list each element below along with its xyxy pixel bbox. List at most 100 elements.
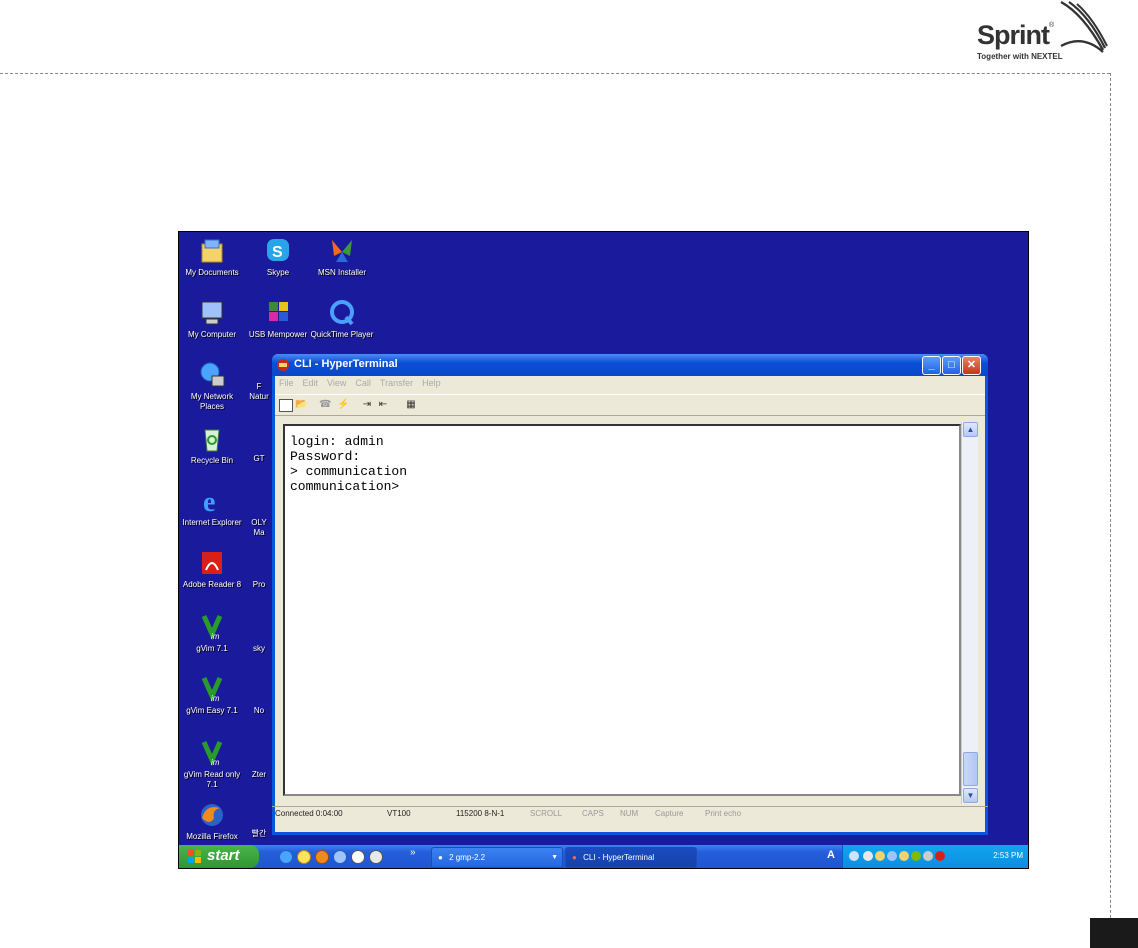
desktop-icon-quicktime[interactable]: QuickTime Player <box>309 298 375 340</box>
media-quicklaunch-icon[interactable] <box>351 850 365 864</box>
page-number-tab <box>1090 918 1138 948</box>
partial-desktop-label: OLY Ma <box>251 518 267 537</box>
tray-volume-icon[interactable] <box>923 851 933 861</box>
scroll-up-arrow-icon[interactable]: ▲ <box>963 422 978 437</box>
desktop-icon-skype[interactable]: S Skype <box>245 236 311 278</box>
desktop-icon-gvim-easy[interactable]: im gVim Easy 7.1 <box>179 674 245 716</box>
tray-search-icon[interactable] <box>887 851 897 861</box>
desktop-icon-usb-mempower[interactable]: USB Mempower <box>245 298 311 340</box>
gvim-icon: im <box>196 674 228 704</box>
desktop-icon-recycle-bin[interactable]: Recycle Bin <box>179 424 245 466</box>
desktop-icon-network-places[interactable]: My Network Places <box>179 360 245 412</box>
window-title: CLI - HyperTerminal <box>294 358 398 370</box>
hyperterminal-window[interactable]: CLI - HyperTerminal _ □ ✕ File Edit View Ca… <box>272 354 988 835</box>
minimize-button[interactable]: _ <box>922 356 941 375</box>
desktop-icon-my-documents[interactable]: My Documents <box>179 236 245 278</box>
status-print-echo: Print echo <box>705 809 742 818</box>
start-button[interactable]: start <box>179 845 259 868</box>
taskbar-task-gimp[interactable]: ● 2 gmp-2.2 ▼ <box>431 847 563 868</box>
my-documents-icon <box>196 236 228 266</box>
quicklaunch-more-icon[interactable]: » <box>410 847 416 858</box>
desktop-screenshot: My Documents My Computer My Network Plac… <box>178 231 1029 869</box>
skype-icon: S <box>262 236 294 266</box>
status-settings: 115200 8-N-1 <box>456 809 505 818</box>
receive-icon[interactable]: ⇤ <box>377 399 389 410</box>
desktop-icon-my-computer[interactable]: My Computer <box>179 298 245 340</box>
terminal-line: login: admin <box>290 434 384 449</box>
registered-mark: ® <box>1049 22 1055 29</box>
terminal-line: > communication <box>290 464 408 479</box>
gimp-icon: ● <box>438 853 443 862</box>
vertical-scrollbar[interactable]: ▲ ▼ <box>961 422 978 804</box>
settings-quicklaunch-icon[interactable] <box>369 850 383 864</box>
send-icon[interactable]: ⇥ <box>361 399 373 410</box>
menu-edit[interactable]: Edit <box>303 378 319 388</box>
partial-desktop-label: No <box>253 706 265 715</box>
desktop-icon-internet-explorer[interactable]: e Internet Explorer <box>179 486 245 528</box>
quicktime-icon <box>326 298 358 328</box>
sprint-wordmark: Sprint <box>977 20 1050 50</box>
gvim-icon: im <box>196 612 228 642</box>
taskbar-task-hyperterminal[interactable]: ● CLI - HyperTerminal <box>565 847 697 868</box>
desktop-icon-gvim[interactable]: im gVim 7.1 <box>179 612 245 654</box>
tray-back-icon[interactable] <box>849 851 859 861</box>
adobe-reader-icon <box>196 548 228 578</box>
maximize-button[interactable]: □ <box>942 356 961 375</box>
disconnect-icon[interactable]: ⚡ <box>337 399 349 410</box>
taskbar: start » ● 2 gmp-2.2 ▼ ● CLI - HyperTermi… <box>179 845 1028 868</box>
status-capture: Capture <box>655 809 684 818</box>
scroll-down-arrow-icon[interactable]: ▼ <box>963 788 978 803</box>
menu-call[interactable]: Call <box>355 378 371 388</box>
properties-icon[interactable]: ▦ <box>405 399 417 410</box>
menu-bar: File Edit View Call Transfer Help <box>275 378 985 392</box>
hyperterminal-icon: ● <box>572 853 577 862</box>
partial-desktop-label: Pro <box>252 580 266 589</box>
sprint-tagline: Together with NEXTEL <box>977 52 1063 61</box>
partial-desktop-label: sky <box>253 644 265 653</box>
desktop-icon-msn-installer[interactable]: MSN Installer <box>309 236 375 278</box>
call-icon[interactable]: ☎ <box>319 399 331 410</box>
tray-network-icon[interactable] <box>863 851 873 861</box>
terminal-output[interactable]: login: admin Password: > communication comm… <box>283 424 961 796</box>
windows-flag-icon <box>188 850 201 863</box>
terminal-line: communication> <box>290 479 400 494</box>
desktop-icon-adobe-reader[interactable]: Adobe Reader 8 <box>179 548 245 590</box>
close-button[interactable]: ✕ <box>962 356 981 375</box>
firefox-quicklaunch-icon[interactable] <box>315 850 329 864</box>
ie-quicklaunch-icon[interactable] <box>279 850 293 864</box>
recycle-bin-icon <box>196 424 228 454</box>
tray-app-icon[interactable] <box>875 851 885 861</box>
sprint-wing-icon <box>1060 0 1108 53</box>
language-indicator-icon[interactable]: A <box>827 849 835 861</box>
taskbar-clock: 2:53 PM <box>993 851 1023 860</box>
svg-text:im: im <box>211 632 220 641</box>
new-connection-icon[interactable] <box>279 399 293 412</box>
internet-explorer-icon: e <box>196 486 228 518</box>
desktop-icon-firefox[interactable]: Mozilla Firefox <box>179 800 245 842</box>
status-bar: Connected 0:04:00 VT100 115200 8-N-1 SCR… <box>272 806 988 821</box>
page-border-right <box>1110 73 1111 948</box>
partial-desktop-label: 빨간 <box>251 829 267 838</box>
folder-quicklaunch-icon[interactable] <box>297 850 311 864</box>
tray-security-icon[interactable] <box>911 851 921 861</box>
open-folder-icon[interactable]: 📂 <box>295 399 307 410</box>
tray-messenger-icon[interactable] <box>899 851 909 861</box>
app-quicklaunch-icon[interactable] <box>333 850 347 864</box>
desktop-icon-gvim-read-only[interactable]: im gVim Read only 7.1 <box>179 738 245 790</box>
svg-text:e: e <box>203 487 215 516</box>
menu-transfer[interactable]: Transfer <box>380 378 413 388</box>
menu-file[interactable]: File <box>279 378 294 388</box>
menu-view[interactable]: View <box>327 378 346 388</box>
hyperterminal-icon <box>277 359 289 371</box>
msn-butterfly-icon <box>326 236 358 266</box>
system-tray: A 2:53 PM <box>827 845 1028 868</box>
partial-desktop-label: F Natur <box>249 382 269 401</box>
menu-help[interactable]: Help <box>422 378 441 388</box>
gvim-icon: im <box>196 738 228 768</box>
scroll-thumb[interactable] <box>963 752 978 786</box>
status-caps: CAPS <box>582 809 604 818</box>
window-titlebar[interactable]: CLI - HyperTerminal _ □ ✕ <box>272 354 988 376</box>
firefox-icon <box>196 800 228 830</box>
svg-text:im: im <box>211 758 220 767</box>
tray-antivirus-icon[interactable] <box>935 851 945 861</box>
